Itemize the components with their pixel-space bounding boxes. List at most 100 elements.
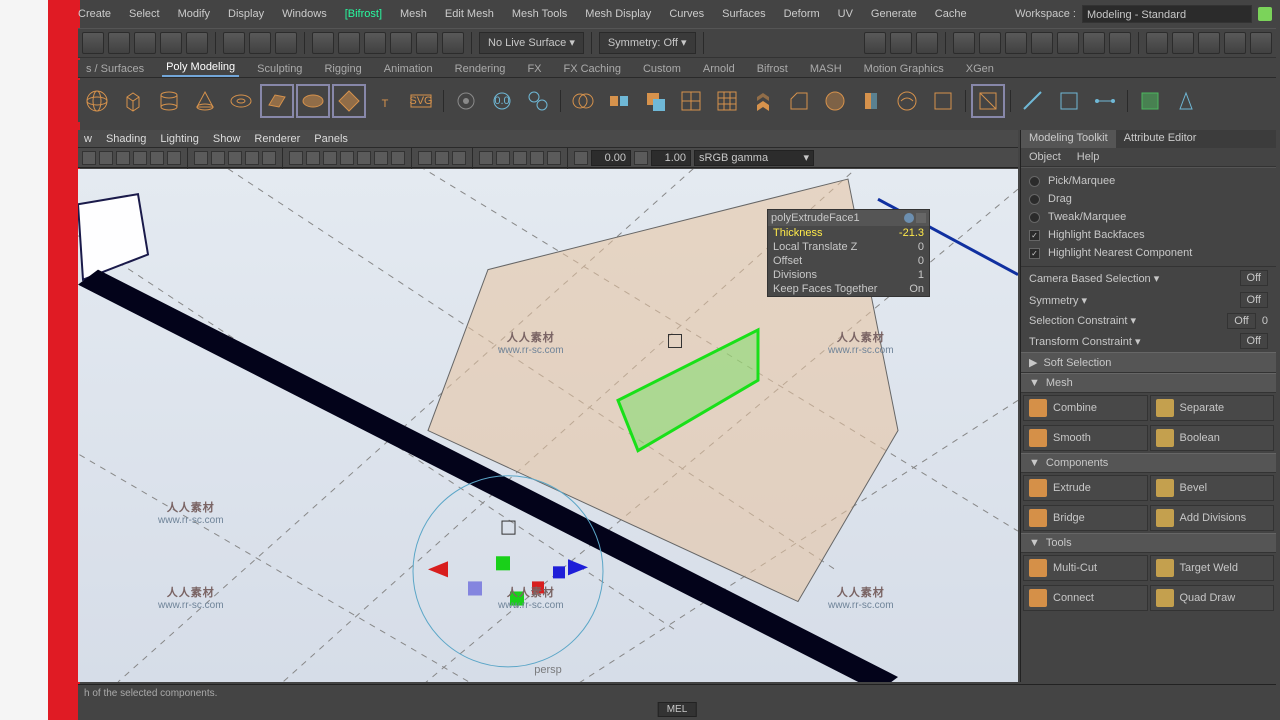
vp-icon[interactable]: [323, 151, 337, 165]
menu-mesh[interactable]: Mesh: [400, 8, 427, 20]
lock-icon[interactable]: [1258, 7, 1272, 21]
separate-icon[interactable]: [602, 84, 636, 118]
render-icon[interactable]: [979, 32, 1001, 54]
poly-cylinder-icon[interactable]: [152, 84, 186, 118]
misc-icon[interactable]: [926, 84, 960, 118]
gamma-input[interactable]: 1.00: [651, 150, 691, 166]
connect-button[interactable]: Connect: [1023, 585, 1148, 611]
live-surface-dropdown[interactable]: No Live Surface ▾: [479, 32, 584, 54]
panel-icon[interactable]: [1172, 32, 1194, 54]
multicut-icon[interactable]: [1016, 84, 1050, 118]
menu-mesh-tools[interactable]: Mesh Tools: [512, 8, 567, 20]
vp-icon[interactable]: [418, 151, 432, 165]
mirror-icon[interactable]: [854, 84, 888, 118]
vp-icon[interactable]: [82, 151, 96, 165]
add-divisions-button[interactable]: Add Divisions: [1150, 505, 1275, 531]
radio-pick-marquee[interactable]: [1029, 176, 1040, 187]
render-icon[interactable]: [1057, 32, 1079, 54]
dd-selection-constraint[interactable]: Off: [1227, 313, 1255, 329]
poly-plane-icon[interactable]: [260, 84, 294, 118]
menu-cache[interactable]: Cache: [935, 8, 967, 20]
workspace-dropdown[interactable]: Modeling - Standard: [1082, 5, 1252, 23]
vp-icon[interactable]: [150, 151, 164, 165]
shelf-tab-poly-modeling[interactable]: Poly Modeling: [162, 59, 239, 77]
vp-icon[interactable]: [194, 151, 208, 165]
combine-button[interactable]: Combine: [1023, 395, 1148, 421]
menu-curves[interactable]: Curves: [669, 8, 704, 20]
panel-icon[interactable]: [1198, 32, 1220, 54]
menu-generate[interactable]: Generate: [871, 8, 917, 20]
panel-menu[interactable]: Renderer: [254, 133, 300, 145]
snap-icon[interactable]: [364, 32, 386, 54]
dd-symmetry[interactable]: Off: [1240, 292, 1268, 308]
vp-icon[interactable]: [340, 151, 354, 165]
bevel-button[interactable]: Bevel: [1150, 475, 1275, 501]
vp-icon[interactable]: [479, 151, 493, 165]
vp-icon[interactable]: [452, 151, 466, 165]
vp-icon[interactable]: [116, 151, 130, 165]
poly-platonic-icon[interactable]: [332, 84, 366, 118]
rpanel-object-menu[interactable]: Object: [1029, 151, 1061, 163]
tab-attribute-editor[interactable]: Attribute Editor: [1116, 130, 1205, 148]
snap-icon[interactable]: [442, 32, 464, 54]
check-highlight-backfaces[interactable]: ✓: [1029, 230, 1040, 241]
poly-cube-icon[interactable]: [116, 84, 150, 118]
check-highlight-nearest[interactable]: ✓: [1029, 248, 1040, 259]
panel-icon[interactable]: [1250, 32, 1272, 54]
vp-icon[interactable]: [435, 151, 449, 165]
sculpt-icon[interactable]: [890, 84, 924, 118]
shelf-tab[interactable]: s / Surfaces: [82, 61, 148, 77]
grid-icon[interactable]: [674, 84, 708, 118]
radio-drag[interactable]: [1029, 194, 1040, 205]
vp-icon[interactable]: [547, 151, 561, 165]
combine-icon[interactable]: [566, 84, 600, 118]
save-scene-icon[interactable]: [134, 32, 156, 54]
poly-torus-icon[interactable]: [224, 84, 258, 118]
connect-icon[interactable]: [1088, 84, 1122, 118]
vp-icon[interactable]: [262, 151, 276, 165]
boolean-button[interactable]: Boolean: [1150, 425, 1275, 451]
redo-icon[interactable]: [186, 32, 208, 54]
tool-icon[interactable]: [223, 32, 245, 54]
extrude-icon[interactable]: [746, 84, 780, 118]
target-weld-icon[interactable]: [1052, 84, 1086, 118]
panel-icon[interactable]: [1146, 32, 1168, 54]
panel-menu[interactable]: w: [84, 133, 92, 145]
vp-icon[interactable]: [634, 151, 648, 165]
bridge-button[interactable]: Bridge: [1023, 505, 1148, 531]
dd-camera-selection[interactable]: Off: [1240, 270, 1268, 286]
misc-tool-icon[interactable]: [449, 84, 483, 118]
extrude-button[interactable]: Extrude: [1023, 475, 1148, 501]
layout-icon[interactable]: [864, 32, 886, 54]
shelf-tab[interactable]: Arnold: [699, 61, 739, 77]
mesh-accordion[interactable]: ▼Mesh: [1021, 373, 1276, 393]
shelf-tab[interactable]: Animation: [380, 61, 437, 77]
vp-icon[interactable]: [496, 151, 510, 165]
misc-tool-icon[interactable]: [521, 84, 555, 118]
svg-icon[interactable]: SVG: [404, 84, 438, 118]
menu-uv[interactable]: UV: [838, 8, 853, 20]
vp-icon[interactable]: [133, 151, 147, 165]
menu-modify[interactable]: Modify: [178, 8, 210, 20]
menu-select[interactable]: Select: [129, 8, 160, 20]
render-icon[interactable]: [1031, 32, 1053, 54]
quad-draw-icon[interactable]: [1133, 84, 1167, 118]
undo-icon[interactable]: [160, 32, 182, 54]
shelf-tab[interactable]: Sculpting: [253, 61, 306, 77]
shelf-tab[interactable]: Custom: [639, 61, 685, 77]
dd-transform-constraint[interactable]: Off: [1240, 333, 1268, 349]
vp-icon[interactable]: [574, 151, 588, 165]
separate-button[interactable]: Separate: [1150, 395, 1275, 421]
vp-icon[interactable]: [211, 151, 225, 165]
shelf-tab[interactable]: Bifrost: [753, 61, 792, 77]
mel-input[interactable]: MEL: [658, 702, 697, 717]
poly-type-icon[interactable]: T: [368, 84, 402, 118]
menu-create[interactable]: Create: [78, 8, 111, 20]
snap-icon[interactable]: [312, 32, 334, 54]
symmetry-dropdown[interactable]: Symmetry: Off ▾: [599, 32, 696, 54]
layout-icon[interactable]: [890, 32, 912, 54]
layout-icon[interactable]: [916, 32, 938, 54]
render-icon[interactable]: [1109, 32, 1131, 54]
menu-windows[interactable]: Windows: [282, 8, 327, 20]
new-scene-icon[interactable]: [82, 32, 104, 54]
